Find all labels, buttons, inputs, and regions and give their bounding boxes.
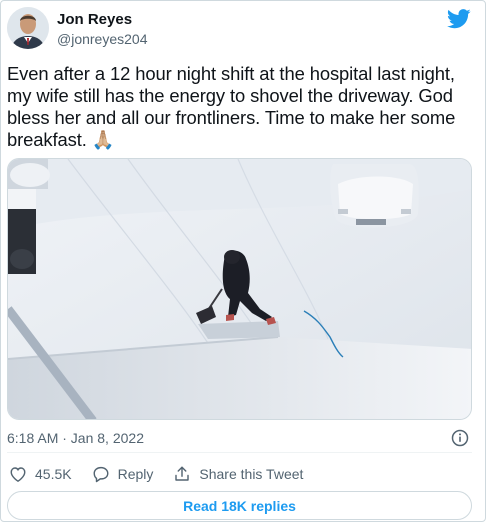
heart-icon: [10, 467, 26, 483]
like-count: 45.5K: [35, 466, 72, 482]
info-icon[interactable]: [451, 429, 469, 447]
tweet-video[interactable]: [7, 158, 472, 420]
read-replies-button[interactable]: Read 18K replies: [7, 491, 472, 520]
tweet-text: Even after a 12 hour night shift at the …: [7, 63, 456, 150]
tweet-actions: 45.5K Reply Share this Tweet: [9, 463, 323, 485]
like-button[interactable]: 45.5K: [9, 465, 72, 483]
reply-label: Reply: [117, 466, 154, 482]
reply-bubble-icon: [93, 466, 109, 483]
tweet-card: Jon Reyes @jonreyes204 Even after a 12 h…: [0, 0, 486, 522]
tweet-timestamp[interactable]: 6:18 AM · Jan 8, 2022: [7, 430, 144, 446]
avatar-image: [7, 7, 49, 49]
share-label: Share this Tweet: [199, 466, 304, 482]
snow-driveway-video-frame: [8, 159, 471, 419]
divider: [7, 452, 472, 453]
share-button[interactable]: Share this Tweet: [173, 465, 303, 483]
read-replies-label: Read 18K replies: [183, 497, 296, 514]
reply-button[interactable]: Reply: [92, 465, 154, 483]
author-handle[interactable]: @jonreyes204: [57, 31, 148, 47]
author-name[interactable]: Jon Reyes: [57, 11, 132, 28]
avatar[interactable]: [7, 7, 49, 49]
share-icon: [175, 466, 190, 481]
twitter-bird-icon[interactable]: [447, 9, 471, 29]
